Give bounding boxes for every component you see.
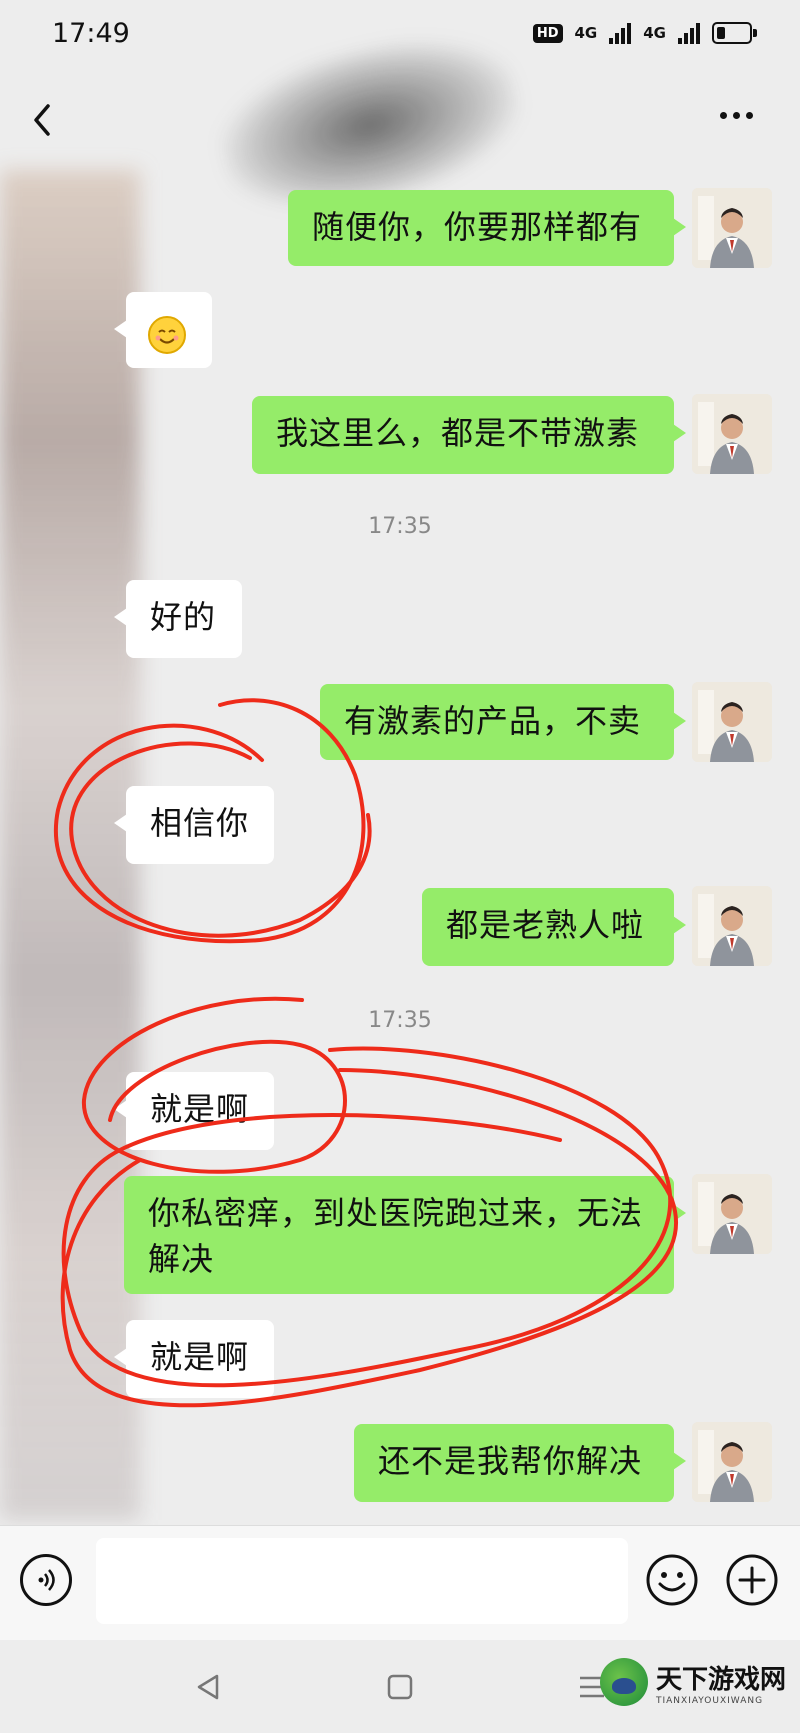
message-text: 还不是我帮你解决 [378,1442,643,1480]
message-text: 随便你，你要那样都有 [312,208,643,246]
message-text: 相信你 [150,804,250,842]
battery-icon [712,22,757,44]
watermark-text: 天下游戏网 TIANXIAYOUXIWANG [656,1659,786,1706]
network-label-2: 4G [643,24,666,42]
person-avatar-icon [692,394,772,474]
message-text: 就是啊 [150,1338,250,1376]
person-avatar-icon [692,886,772,966]
person-avatar-icon [692,682,772,762]
smiling-face-emoji-icon [148,316,186,354]
chat-header [0,70,800,170]
system-home-icon[interactable] [385,1672,415,1702]
message-bubble-outgoing[interactable]: 有激素的产品，不卖 [320,684,686,760]
person-avatar-icon [692,188,772,268]
hd-badge: HD [532,23,563,43]
site-watermark: 天下游戏网 TIANXIAYOUXIWANG [599,1658,786,1706]
emoji-icon[interactable] [644,1552,700,1608]
user-avatar[interactable] [692,1422,772,1502]
more-options-icon[interactable] [720,112,760,126]
plus-icon[interactable] [724,1552,780,1608]
message-text: 你私密痒，到处医院跑过来，无法解决 [148,1194,644,1278]
message-text: 有激素的产品，不卖 [344,702,642,740]
watermark-brand-cn: 天下游戏网 [655,1664,786,1695]
person-avatar-icon [692,1422,772,1502]
message-input[interactable] [96,1538,628,1624]
user-avatar[interactable] [692,682,772,762]
message-bubble-incoming[interactable]: 好的 [114,580,242,658]
watermark-logo-icon [599,1658,648,1706]
blurred-photo-smudge [0,170,140,1520]
message-text: 都是老熟人啦 [446,906,645,944]
message-bubble-incoming[interactable] [114,292,212,368]
message-bubble-outgoing[interactable]: 还不是我帮你解决 [354,1424,686,1502]
watermark-brand-en: TIANXIAYOUXIWANG [655,1695,764,1706]
status-icons: HD 4G 4G [532,22,757,44]
message-bubble-outgoing[interactable]: 我这里么，都是不带激素 [252,396,686,474]
network-label-1: 4G [574,24,598,42]
user-avatar[interactable] [692,1174,772,1254]
voice-icon[interactable] [20,1554,72,1606]
message-timestamp: 17:35 [368,1008,432,1033]
signal-icon [609,22,632,44]
status-bar: 17:49 HD 4G 4G [0,0,800,70]
user-avatar[interactable] [692,394,772,474]
battery-fill [717,27,725,39]
status-time: 17:49 [52,18,130,49]
system-back-icon[interactable] [193,1672,223,1702]
user-avatar[interactable] [692,886,772,966]
user-avatar[interactable] [692,188,772,268]
message-bubble-incoming[interactable]: 相信你 [114,786,274,864]
person-avatar-icon [692,1174,772,1254]
signal-icon-2 [678,22,700,44]
message-bubble-incoming[interactable]: 就是啊 [114,1320,274,1398]
message-text: 就是啊 [150,1090,250,1128]
message-text: 我这里么，都是不带激素 [276,414,640,452]
message-bubble-outgoing[interactable]: 你私密痒，到处医院跑过来，无法解决 [124,1176,686,1294]
message-timestamp: 17:35 [368,514,432,539]
message-bubble-incoming[interactable]: 就是啊 [114,1072,274,1150]
message-bubble-outgoing[interactable]: 都是老熟人啦 [422,888,686,966]
message-input-bar [0,1525,800,1641]
system-navigation-bar: 天下游戏网 TIANXIAYOUXIWANG [0,1640,800,1733]
message-bubble-outgoing[interactable]: 随便你，你要那样都有 [288,190,686,266]
message-text: 好的 [150,598,217,636]
back-arrow-icon[interactable] [28,100,58,140]
